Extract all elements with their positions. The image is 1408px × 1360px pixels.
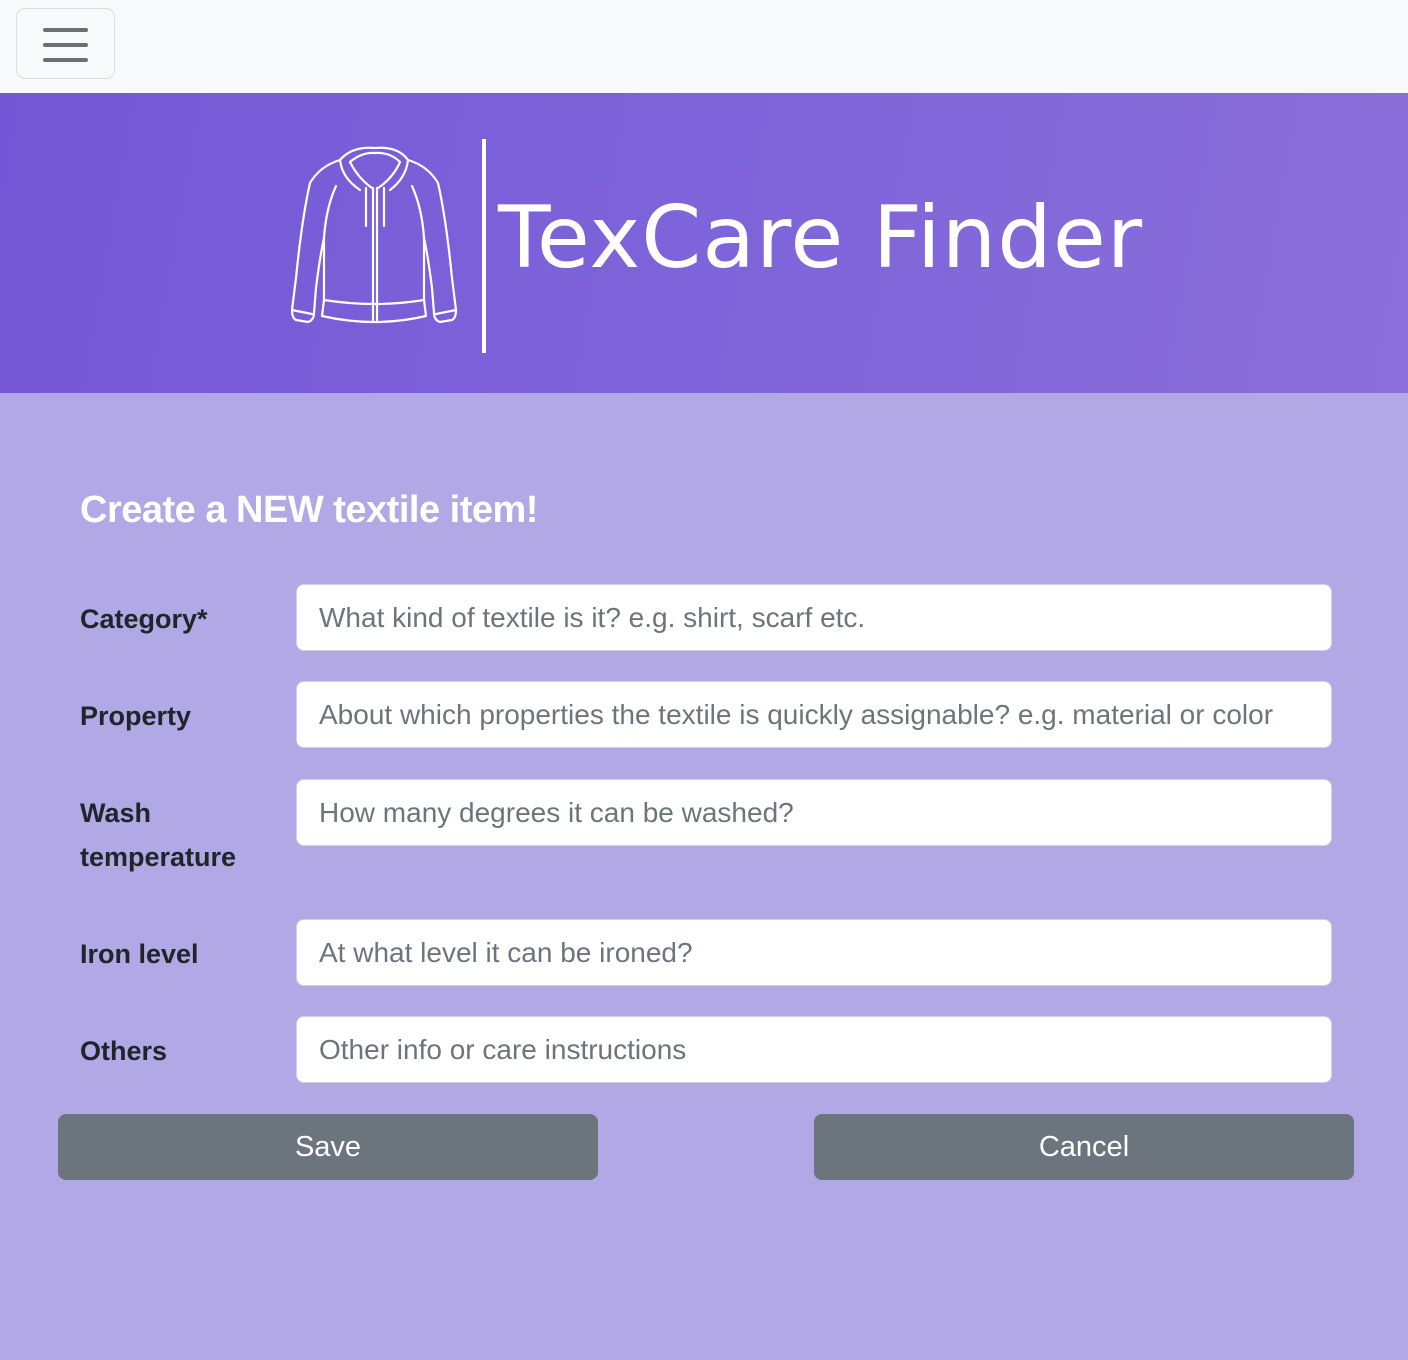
top-navbar — [0, 0, 1408, 93]
category-input[interactable] — [296, 584, 1332, 651]
app-name: TexCare Finder — [498, 188, 1144, 288]
hamburger-menu-button[interactable] — [16, 8, 115, 79]
form-container: Create a NEW textile item! Category* Pro… — [0, 393, 1408, 1360]
logo-divider — [482, 139, 486, 353]
category-label: Category* — [80, 604, 208, 634]
wash-temperature-input[interactable] — [296, 779, 1332, 846]
save-button[interactable]: Save — [58, 1114, 598, 1180]
iron-level-input[interactable] — [296, 919, 1332, 986]
hoodie-jacket-icon — [290, 146, 458, 324]
others-label: Others — [80, 1036, 168, 1066]
cancel-button[interactable]: Cancel — [814, 1114, 1354, 1180]
wash-temperature-label: Wash temperature — [80, 798, 237, 872]
property-label: Property — [80, 701, 192, 731]
iron-level-label: Iron level — [80, 939, 199, 969]
property-input[interactable] — [296, 681, 1332, 748]
others-input[interactable] — [296, 1016, 1332, 1083]
form-title: Create a NEW textile item! — [80, 489, 538, 531]
